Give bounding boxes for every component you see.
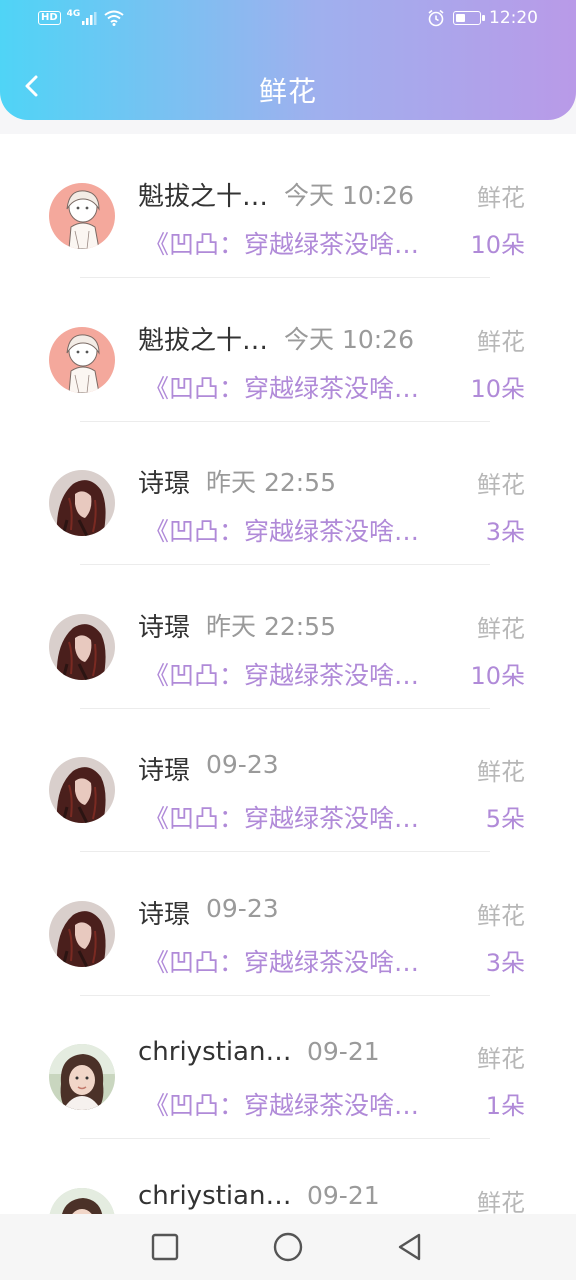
gift-type-label: 鲜花 bbox=[477, 901, 525, 930]
gift-type-label: 鲜花 bbox=[477, 758, 525, 786]
avatar[interactable] bbox=[49, 900, 115, 967]
send-time: 今天 10:26 bbox=[284, 181, 414, 210]
gift-type-label: 鲜花 bbox=[477, 327, 525, 356]
avatar[interactable] bbox=[49, 1187, 115, 1214]
recents-button[interactable] bbox=[149, 1231, 181, 1263]
back-nav-button[interactable] bbox=[394, 1231, 426, 1263]
clock: 12:20 bbox=[489, 8, 538, 28]
status-bar: HD 4G 12:20 bbox=[0, 0, 576, 40]
send-time: 昨天 22:55 bbox=[206, 468, 336, 497]
flower-count: 3朵 bbox=[485, 948, 525, 977]
network-label: 4G bbox=[66, 9, 81, 19]
send-time: 09-23 bbox=[206, 750, 279, 779]
avatar[interactable] bbox=[49, 613, 115, 680]
sender-name: 诗璟 bbox=[138, 612, 191, 643]
system-navigation-bar bbox=[0, 1214, 576, 1280]
book-title-link[interactable]: 《凹凸：穿越绿茶没啥… bbox=[144, 656, 419, 692]
sender-name: 魁拔之十… bbox=[138, 325, 269, 356]
gift-type-label: 鲜花 bbox=[477, 184, 525, 212]
list-item[interactable]: 诗璟 昨天 22:55 鲜花《凹凸：穿越绿茶没啥… 3朵 bbox=[0, 421, 576, 565]
list-item[interactable]: 诗璟 09-23 鲜花《凹凸：穿越绿茶没啥… 3朵 bbox=[0, 852, 576, 996]
home-button[interactable] bbox=[272, 1231, 304, 1263]
avatar[interactable] bbox=[49, 1044, 115, 1110]
book-title-link[interactable]: 《凹凸：穿越绿茶没啥… bbox=[144, 512, 419, 548]
flower-count: 5朵 bbox=[485, 805, 525, 833]
gift-type-label: 鲜花 bbox=[477, 614, 525, 643]
sender-name: 诗璟 bbox=[138, 469, 191, 499]
gift-type-label: 鲜花 bbox=[477, 471, 525, 499]
flower-count: 1朵 bbox=[485, 1092, 525, 1120]
book-title-link[interactable]: 《凹凸：穿越绿茶没啥… bbox=[144, 1086, 419, 1122]
send-time: 09-23 bbox=[206, 893, 279, 923]
gift-type-label: 鲜花 bbox=[477, 1045, 525, 1073]
send-time: 09-21 bbox=[307, 1180, 380, 1210]
list-item[interactable]: chriystian… 09-21 鲜花《凹凸：穿越绿茶没啥… 1朵 bbox=[0, 995, 576, 1139]
battery-icon bbox=[453, 11, 485, 25]
circle-home-icon bbox=[273, 1232, 303, 1262]
list-item[interactable]: 魁拔之十… 今天 10:26 鲜花《凹凸：穿越绿茶没啥… 10朵 bbox=[0, 134, 576, 278]
sender-name: chriystian… bbox=[138, 1037, 292, 1067]
avatar[interactable] bbox=[49, 757, 115, 823]
gift-type-label: 鲜花 bbox=[477, 1188, 525, 1215]
sender-name: chriystian… bbox=[138, 1180, 292, 1211]
list-item[interactable]: chriystian… 09-21 鲜花 bbox=[0, 1139, 576, 1215]
flower-count: 10朵 bbox=[470, 374, 525, 403]
send-time: 09-21 bbox=[307, 1037, 380, 1066]
alarm-icon bbox=[428, 9, 444, 27]
flower-count: 3朵 bbox=[485, 518, 525, 546]
flower-count: 10朵 bbox=[470, 231, 525, 259]
sender-name: 魁拔之十… bbox=[138, 182, 269, 212]
wifi-icon bbox=[104, 10, 124, 26]
page-title: 鲜花 bbox=[258, 75, 317, 108]
square-recents-icon bbox=[151, 1233, 179, 1261]
list-item[interactable]: 诗璟 09-23 鲜花《凹凸：穿越绿茶没啥… 5朵 bbox=[0, 708, 576, 852]
list-item[interactable]: 魁拔之十… 今天 10:26 鲜花《凹凸：穿越绿茶没啥… 10朵 bbox=[0, 278, 576, 422]
signal-icon bbox=[82, 12, 97, 25]
sender-name: 诗璟 bbox=[138, 899, 191, 930]
book-title-link[interactable]: 《凹凸：穿越绿茶没啥… bbox=[144, 225, 419, 261]
send-time: 昨天 22:55 bbox=[206, 611, 336, 641]
sender-name: 诗璟 bbox=[138, 756, 191, 786]
list-item[interactable]: 诗璟 昨天 22:55 鲜花《凹凸：穿越绿茶没啥… 10朵 bbox=[0, 565, 576, 709]
hd-icon: HD bbox=[38, 11, 61, 25]
avatar[interactable] bbox=[49, 183, 115, 249]
book-title-link[interactable]: 《凹凸：穿越绿茶没啥… bbox=[144, 369, 419, 405]
avatar[interactable] bbox=[49, 470, 115, 536]
app-header: HD 4G 12:20 鲜花 bbox=[0, 0, 576, 120]
book-title-link[interactable]: 《凹凸：穿越绿茶没啥… bbox=[144, 799, 419, 835]
book-title-link[interactable]: 《凹凸：穿越绿茶没啥… bbox=[144, 943, 419, 979]
send-time: 今天 10:26 bbox=[284, 324, 414, 354]
flower-count: 10朵 bbox=[470, 661, 525, 690]
avatar[interactable] bbox=[49, 326, 115, 393]
flower-record-list[interactable]: 魁拔之十… 今天 10:26 鲜花 《凹凸：穿越绿茶没啥… 10朵 魁拔之十… 今天 10:… bbox=[0, 134, 576, 1214]
triangle-back-icon bbox=[398, 1233, 421, 1261]
